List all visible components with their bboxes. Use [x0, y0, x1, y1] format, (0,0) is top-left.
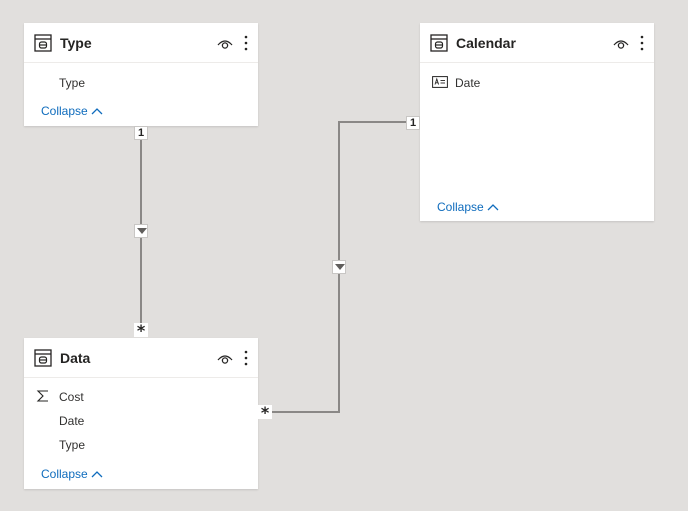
table-title: Data [60, 350, 91, 366]
model-canvas[interactable]: Type Type Collapse Calendar Date Collaps… [0, 0, 688, 511]
cardinality-one-label: 1 [406, 116, 420, 130]
collapse-label: Collapse [41, 104, 88, 118]
more-options-icon[interactable] [639, 34, 645, 52]
collapse-label: Collapse [437, 200, 484, 214]
text-field-icon [432, 76, 448, 88]
field-label: Date [59, 414, 85, 428]
collapse-link[interactable]: Collapse [41, 466, 103, 482]
field-item[interactable]: Type [24, 435, 258, 455]
collapse-link[interactable]: Collapse [41, 103, 103, 119]
triangle-down-icon [137, 228, 147, 234]
eye-icon[interactable] [217, 353, 233, 365]
field-label: Type [59, 76, 86, 90]
field-label: Cost [59, 390, 84, 404]
table-header[interactable]: Calendar [420, 23, 654, 63]
table-icon [430, 34, 448, 52]
table-card-type[interactable]: Type Type Collapse [24, 23, 258, 126]
table-icon [34, 34, 52, 52]
cardinality-many-label: * [258, 405, 272, 421]
table-header[interactable]: Data [24, 338, 258, 378]
collapse-link[interactable]: Collapse [437, 199, 499, 215]
filter-direction-marker[interactable] [134, 224, 148, 238]
field-item[interactable]: Cost [24, 387, 258, 407]
table-card-calendar[interactable]: Calendar Date Collapse [420, 23, 654, 221]
chevron-up-icon [487, 204, 499, 211]
field-label: Type [59, 438, 86, 452]
eye-icon[interactable] [613, 38, 629, 50]
table-icon [34, 349, 52, 367]
cardinality-one-label: 1 [134, 126, 148, 140]
collapse-label: Collapse [41, 467, 88, 481]
eye-icon[interactable] [217, 38, 233, 50]
field-label: Date [455, 76, 481, 90]
table-card-data[interactable]: Data Cost Date Type Collapse [24, 338, 258, 489]
chevron-up-icon [91, 108, 103, 115]
more-options-icon[interactable] [243, 349, 249, 367]
triangle-down-icon [335, 264, 345, 270]
field-item[interactable]: Date [420, 73, 654, 93]
more-options-icon[interactable] [243, 34, 249, 52]
chevron-up-icon [91, 471, 103, 478]
field-item[interactable]: Date [24, 411, 258, 431]
field-item[interactable]: Type [24, 73, 258, 93]
table-header[interactable]: Type [24, 23, 258, 63]
filter-direction-marker[interactable] [332, 260, 346, 274]
table-title: Type [60, 35, 92, 51]
sigma-icon [36, 390, 48, 402]
table-title: Calendar [456, 35, 516, 51]
cardinality-many-label: * [134, 323, 148, 339]
